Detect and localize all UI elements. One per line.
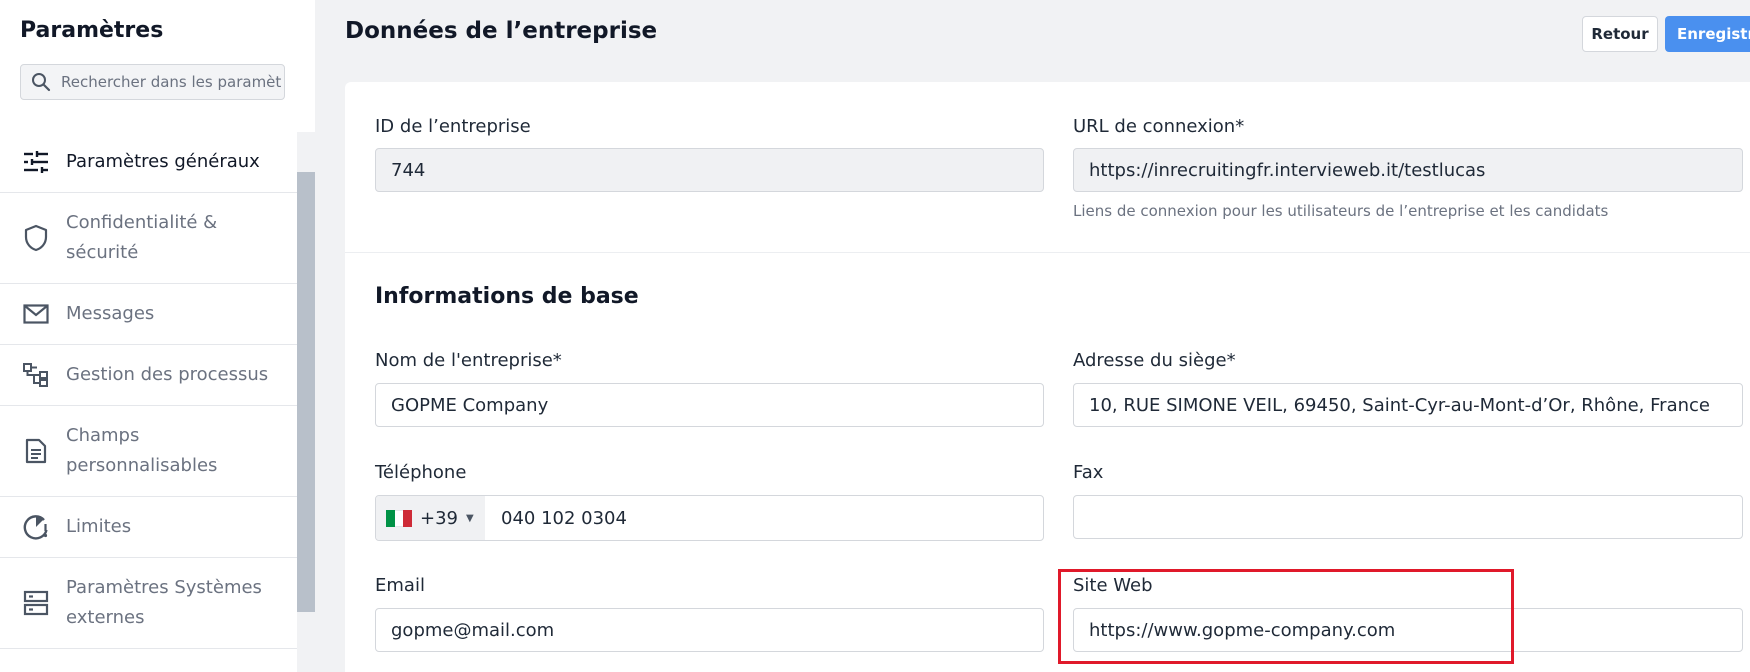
save-button[interactable]: Enregistrer <box>1665 16 1750 52</box>
back-button[interactable]: Retour <box>1582 16 1658 52</box>
headquarters-address-label: Adresse du siège* <box>1073 350 1236 371</box>
sliders-icon <box>22 148 50 176</box>
sidebar: Paramètres Paramètres généraux Confident… <box>0 0 315 672</box>
sidebar-scrollbar-thumb[interactable] <box>297 172 315 612</box>
email-label: Email <box>375 575 425 596</box>
phone-field: +39 ▼ 040 102 0304 <box>375 495 1044 541</box>
shield-icon <box>22 224 50 252</box>
sidebar-menu: Paramètres généraux Confidentialité & sé… <box>0 132 297 649</box>
sidebar-item-messages[interactable]: Messages <box>0 284 297 345</box>
company-id-label: ID de l’entreprise <box>375 116 531 137</box>
flag-stripe-white <box>394 509 404 527</box>
caret-down-icon: ▼ <box>466 512 474 524</box>
sidebar-item-external-systems[interactable]: Paramètres Systèmes externes <box>0 558 297 649</box>
sidebar-item-label: Champs personnalisables <box>66 425 218 476</box>
sidebar-item-label: Paramètres généraux <box>66 151 260 172</box>
phone-number-input[interactable]: 040 102 0304 <box>485 496 627 540</box>
headquarters-address-field[interactable]: 10, RUE SIMONE VEIL, 69450, Saint-Cyr-au… <box>1073 383 1743 427</box>
flag-stripe-green <box>386 509 395 527</box>
search-input[interactable] <box>61 73 281 91</box>
sidebar-item-limits[interactable]: Limites <box>0 497 297 558</box>
website-highlight-box <box>1058 569 1514 664</box>
sidebar-item-label: Paramètres Systèmes externes <box>66 577 262 628</box>
sidebar-gap <box>0 112 315 132</box>
fax-label: Fax <box>1073 462 1104 483</box>
sidebar-item-general-settings[interactable]: Paramètres généraux <box>0 132 297 193</box>
sidebar-item-label: Confidentialité & sécurité <box>66 212 218 263</box>
gauge-icon <box>22 513 50 541</box>
company-name-field[interactable]: GOPME Company <box>375 383 1044 427</box>
sidebar-search[interactable] <box>20 64 285 100</box>
sidebar-item-label: Messages <box>66 303 155 324</box>
page-title: Données de l’entreprise <box>345 18 658 44</box>
sidebar-item-label: Limites <box>66 516 132 537</box>
phone-label: Téléphone <box>375 462 467 483</box>
section-divider <box>345 252 1750 253</box>
fax-field[interactable] <box>1073 495 1743 539</box>
country-code: +39 <box>420 507 458 529</box>
sidebar-item-custom-fields[interactable]: Champs personnalisables <box>0 406 297 497</box>
sidebar-item-process-management[interactable]: Gestion des processus <box>0 345 297 406</box>
login-url-field: https://inrecruitingfr.intervieweb.it/te… <box>1073 148 1743 192</box>
sidebar-item-privacy-security[interactable]: Confidentialité & sécurité <box>0 193 297 284</box>
search-icon <box>21 72 61 92</box>
mail-icon <box>22 300 50 328</box>
sidebar-title: Paramètres <box>20 18 164 43</box>
company-name-label: Nom de l'entreprise* <box>375 350 562 371</box>
flag-stripe-red <box>403 509 413 527</box>
login-url-hint: Liens de connexion pour les utilisateurs… <box>1073 202 1609 220</box>
email-field[interactable]: gopme@mail.com <box>375 608 1044 652</box>
country-code-select[interactable]: +39 ▼ <box>376 496 485 540</box>
italy-flag-icon <box>386 509 413 527</box>
login-url-label: URL de connexion* <box>1073 116 1245 137</box>
sidebar-item-label: Gestion des processus <box>66 364 269 385</box>
company-id-field: 744 <box>375 148 1044 192</box>
workflow-icon <box>22 361 50 389</box>
document-icon <box>22 437 50 465</box>
basic-info-heading: Informations de base <box>375 284 639 309</box>
server-icon <box>22 589 50 617</box>
